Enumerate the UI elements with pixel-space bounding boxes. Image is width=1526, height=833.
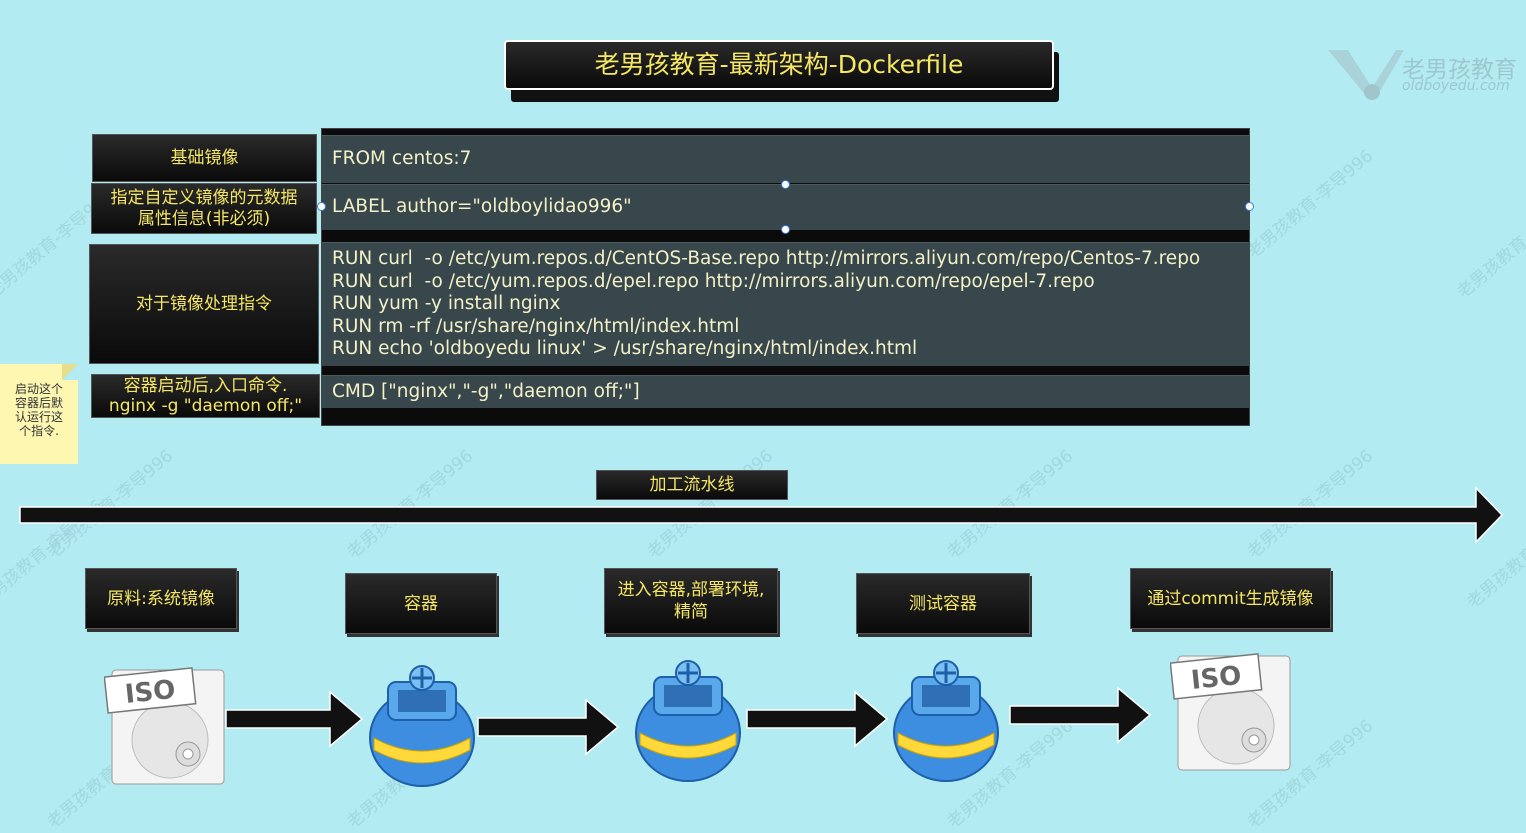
- stage-raw-image: 原料:系统镜像: [85, 568, 237, 629]
- page-title: 老男孩教育-最新架构-Dockerfile: [504, 40, 1054, 90]
- code-line: LABEL author="oldboylidao996": [332, 196, 632, 218]
- code-line: RUN curl -o /etc/yum.repos.d/CentOS-Base…: [332, 248, 1201, 270]
- selection-handle[interactable]: [781, 225, 790, 234]
- note-text: 启动这个 容器后默 认运行这 个指令.: [14, 382, 63, 438]
- stage-deploy: 进入容器,部署环境, 精简: [604, 568, 778, 634]
- watermark-text: 老男孩教育-李导996: [1453, 186, 1526, 303]
- pipeline-arrow-icon: [19, 486, 1504, 544]
- code-line: RUN yum -y install nginx: [332, 293, 561, 315]
- stage-test: 测试容器: [856, 573, 1030, 634]
- logo-domain: oldboyedu.com: [1402, 78, 1510, 94]
- watermark-text: 老男孩教育-李导996: [1243, 146, 1378, 263]
- stage-arrow-icon: [225, 690, 364, 748]
- code-row-from: FROM centos:7: [322, 135, 1249, 183]
- stage-container: 容器: [345, 573, 497, 634]
- svg-text:ISO: ISO: [1190, 661, 1243, 696]
- container-barrel-icon: [635, 660, 741, 782]
- label-base-image: 基础镜像: [92, 134, 317, 182]
- code-line: FROM centos:7: [332, 148, 472, 170]
- code-row-label[interactable]: LABEL author="oldboylidao996": [322, 184, 1249, 230]
- svg-text:ISO: ISO: [124, 675, 177, 710]
- code-line: RUN curl -o /etc/yum.repos.d/epel.repo h…: [332, 270, 1095, 292]
- label-entrypoint: 容器启动后,入口命令. nginx -g "daemon off;": [91, 374, 320, 418]
- note-fold: [62, 364, 78, 380]
- selection-handle[interactable]: [317, 202, 326, 211]
- code-line: RUN echo 'oldboyedu linux' > /usr/share/…: [332, 338, 918, 360]
- stage-arrow-icon: [1009, 686, 1152, 744]
- iso-disc-icon: ISO: [1170, 653, 1291, 771]
- dockerfile-code-panel: FROM centos:7 LABEL author="oldboylidao9…: [321, 128, 1250, 426]
- stage-arrow-icon: [477, 698, 620, 756]
- selection-handle[interactable]: [1245, 202, 1254, 211]
- container-barrel-icon: [893, 660, 999, 782]
- code-row-cmd: CMD ["nginx","-g","daemon off;"]: [322, 375, 1249, 408]
- label-metadata: 指定自定义镜像的元数据 属性信息(非必须): [91, 183, 317, 234]
- selection-handle[interactable]: [781, 180, 790, 189]
- code-line: RUN rm -rf /usr/share/nginx/html/index.h…: [332, 315, 740, 337]
- code-row-run: RUN curl -o /etc/yum.repos.d/CentOS-Base…: [322, 242, 1249, 366]
- container-barrel-icon: [369, 665, 475, 787]
- stage-commit: 通过commit生成镜像: [1130, 568, 1331, 629]
- code-line: CMD ["nginx","-g","daemon off;"]: [332, 380, 640, 402]
- iso-disc-icon: ISO: [104, 667, 225, 785]
- stage-arrow-icon: [746, 690, 889, 748]
- label-image-instructions: 对于镜像处理指令: [89, 244, 319, 364]
